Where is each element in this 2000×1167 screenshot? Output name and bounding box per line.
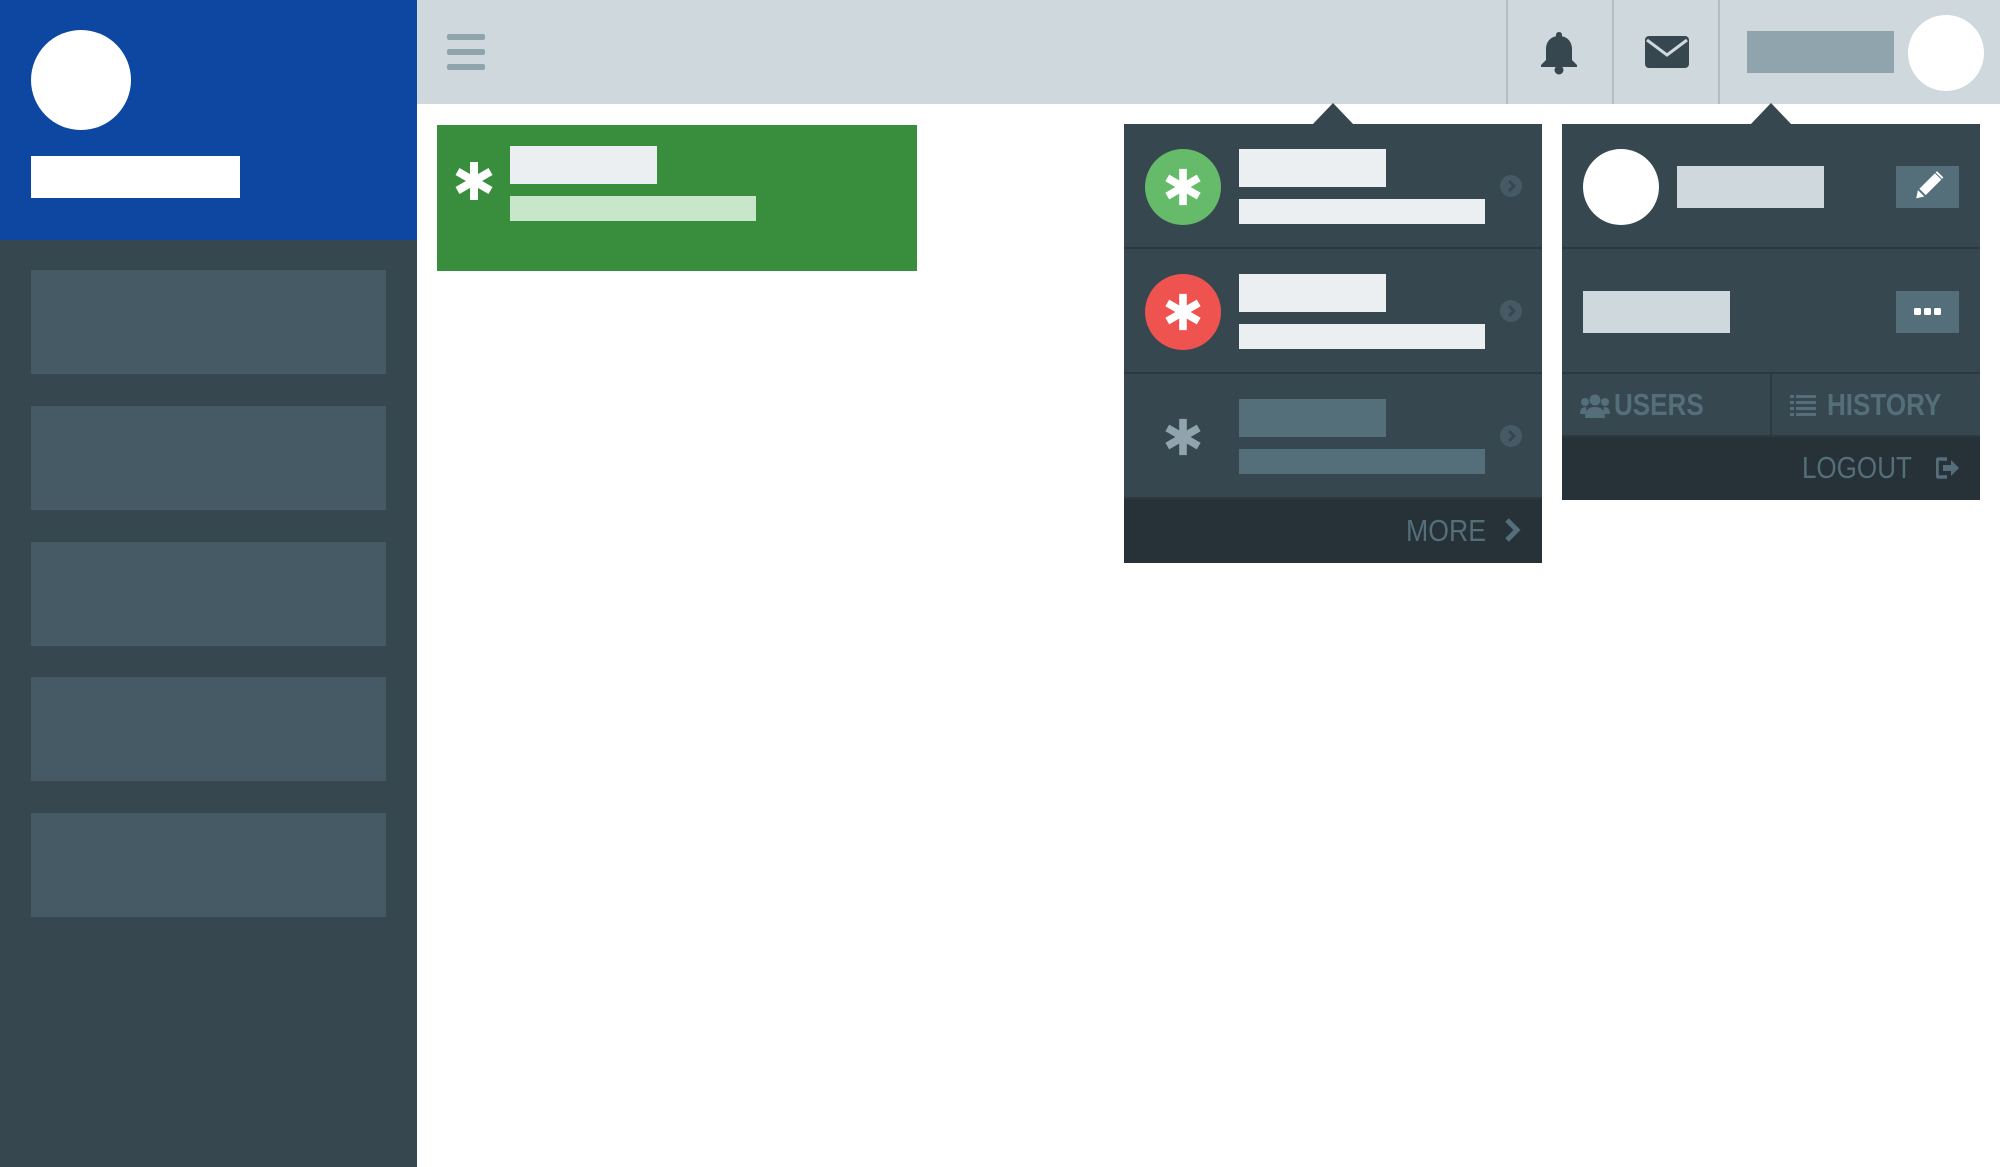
profile-info-placeholder [1583,291,1730,333]
avatar[interactable] [31,30,131,130]
profile-tabs: USERS HISTORY [1562,374,1980,437]
notification-item[interactable] [1124,374,1542,499]
notification-title-placeholder [1239,399,1386,437]
notification-text-placeholder [1239,199,1485,224]
notification-status-error [1145,274,1221,350]
asterisk-icon [453,160,495,202]
edit-profile-button[interactable] [1896,166,1959,208]
alert-text-placeholder [510,196,756,221]
notification-status-success [1145,149,1221,225]
topbar-divider [1612,0,1614,104]
asterisk-icon [1165,293,1201,331]
logout-label: LOGOUT [1802,450,1912,485]
notification-item[interactable] [1124,124,1542,249]
dropdown-pointer [1750,103,1792,125]
hamburger-menu-icon[interactable] [447,34,485,70]
sidebar-user-name-placeholder [31,156,240,198]
avatar[interactable] [1908,15,1984,91]
ellipsis-icon [1914,308,1941,315]
notifications-dropdown: MORE [1124,124,1542,563]
sidebar-item-2[interactable] [31,406,386,510]
chevron-right-circle-icon [1500,425,1522,447]
mail-icon[interactable] [1643,30,1691,74]
asterisk-icon [1165,418,1201,456]
logout-button[interactable]: LOGOUT [1562,437,1980,500]
avatar [1583,149,1659,225]
asterisk-icon [1165,168,1201,206]
chevron-right-icon [1505,518,1521,542]
pencil-icon [1916,171,1944,199]
topbar-divider [1718,0,1720,104]
more-options-button[interactable] [1896,291,1959,333]
notification-title-placeholder [1239,274,1386,312]
chevron-right-circle-icon [1500,175,1522,197]
more-label: MORE [1406,513,1486,548]
notification-title-placeholder [1239,149,1386,187]
topbar-divider [1506,0,1508,104]
notification-text-placeholder [1239,324,1485,349]
tab-users[interactable]: USERS [1562,374,1772,435]
alert-title-placeholder [510,146,657,184]
more-notifications-button[interactable]: MORE [1124,499,1542,563]
sidebar-item-5[interactable] [31,813,386,917]
sidebar-item-3[interactable] [31,542,386,646]
profile-dropdown: USERS HISTORY LOGOUT [1562,124,1980,500]
notification-text-placeholder [1239,449,1485,474]
chevron-right-circle-icon [1500,300,1522,322]
list-icon [1790,395,1816,416]
bell-icon[interactable] [1535,28,1583,76]
sidebar-item-4[interactable] [31,677,386,781]
tab-users-label: USERS [1614,387,1704,422]
topbar-username-placeholder[interactable] [1747,31,1894,73]
tab-history[interactable]: HISTORY [1772,374,1980,435]
profile-name-placeholder [1677,166,1824,208]
dropdown-pointer [1312,103,1354,125]
users-icon [1580,394,1610,418]
notification-status-read [1145,399,1221,475]
sidebar-item-1[interactable] [31,270,386,374]
sign-out-icon [1936,457,1959,479]
notification-item[interactable] [1124,249,1542,374]
tab-history-label: HISTORY [1827,387,1942,422]
